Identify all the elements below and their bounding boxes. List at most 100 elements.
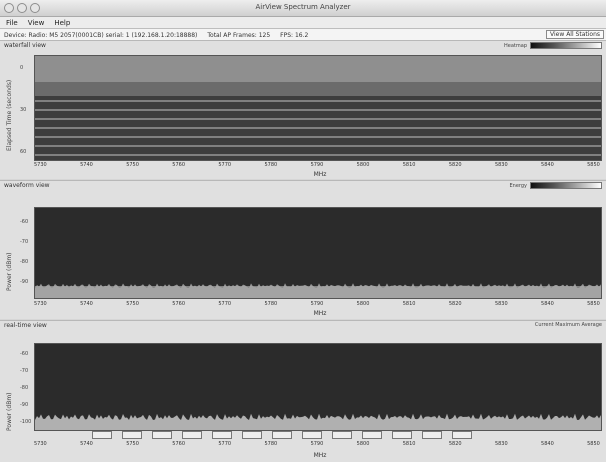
x-tick-label: 5760 [172,162,186,168]
x-tick-label: 5830 [494,301,508,307]
waterfall-plot[interactable] [34,55,602,161]
x-tick-label: 5830 [494,162,508,168]
x-tick-label: 5810 [402,301,416,307]
channel-chip[interactable] [422,431,442,439]
realtime-y-tick: -80 [20,385,29,391]
channel-chip[interactable] [362,431,382,439]
waveform-canvas [35,208,601,298]
waveform-plot[interactable] [34,207,602,299]
x-tick-label: 5780 [264,301,278,307]
x-tick-label: 5780 [264,162,278,168]
channel-chip[interactable] [212,431,232,439]
channel-chip[interactable] [302,431,322,439]
waterfall-band [35,118,601,120]
waveform-y-tick: -80 [20,259,29,265]
waterfall-y-label: Elapsed Time (seconds) [6,79,13,151]
menu-view[interactable]: View [28,19,45,27]
x-tick-label: 5760 [172,301,186,307]
realtime-title: real-time view [4,322,47,329]
x-tick-label: 5810 [402,441,416,447]
view-all-button[interactable]: View All Stations [546,30,604,39]
waterfall-band [35,145,601,147]
realtime-legend: Current Maximum Average [534,322,602,328]
x-tick-label: 5770 [218,162,232,168]
waveform-x-label: MHz [313,310,327,317]
x-tick-label: 5840 [541,301,554,307]
window-title: AirView Spectrum Analyzer [255,3,351,11]
x-tick-label: 5790 [310,162,324,168]
realtime-y-tick: -70 [20,368,29,374]
menu-help[interactable]: Help [54,19,70,27]
x-tick-label: 5740 [80,162,93,168]
channel-chip[interactable] [122,431,142,439]
energy-colorbar [530,182,602,189]
channel-chip[interactable] [392,431,412,439]
waterfall-band [35,100,601,102]
window-titlebar: AirView Spectrum Analyzer [0,0,606,17]
waterfall-y-tick: 0 [20,65,24,71]
waterfall-band [35,127,601,129]
x-tick-label: 5750 [126,301,139,307]
waveform-y-tick: -70 [20,239,29,245]
x-tick-label: 5790 [310,441,324,447]
realtime-y-tick: -90 [20,402,29,408]
x-tick-label: 5850 [587,441,600,447]
channel-chip[interactable] [272,431,292,439]
realtime-y-tick: -60 [20,351,29,357]
channel-chips [92,431,472,439]
waveform-y-label: Power (dBm) [6,252,13,292]
x-tick-label: 5800 [356,441,370,447]
waveform-y-tick: -60 [20,219,29,225]
device-info: Device: Radio: M5 2057(0001CB) serial: 1… [4,31,198,39]
waveform-x-ticks: 5730 5740 5750 5760 5770 5780 5790 5800 5810 5820… [34,301,600,307]
realtime-plot[interactable] [34,343,602,431]
x-tick-label: 5850 [587,301,600,307]
realtime-y-label: Power (dBm) [6,392,13,432]
heatmap-colorbar [530,42,602,49]
x-tick-label: 5800 [356,162,370,168]
x-tick-label: 5770 [218,301,232,307]
waveform-y-tick: -90 [20,279,29,285]
channel-chip[interactable] [452,431,472,439]
channel-chip[interactable] [152,431,172,439]
menu-file[interactable]: File [6,19,18,27]
waterfall-legend: Heatmap [504,42,602,49]
x-tick-label: 5760 [172,441,186,447]
x-tick-label: 5780 [264,441,278,447]
x-tick-label: 5730 [34,301,47,307]
waterfall-band [35,154,601,156]
waveform-legend: Energy [509,182,602,189]
x-tick-label: 5770 [218,441,232,447]
channel-chip[interactable] [242,431,262,439]
realtime-x-ticks: 5730 5740 5750 5760 5770 5780 5790 5800 5810 5820… [34,441,600,447]
realtime-canvas [35,344,601,430]
channel-chip[interactable] [182,431,202,439]
channel-chip[interactable] [92,431,112,439]
x-tick-label: 5730 [34,162,47,168]
realtime-x-label: MHz [313,452,327,459]
x-tick-label: 5830 [494,441,508,447]
waveform-title: waveform view [4,182,50,189]
realtime-header: real-time view Current Maximum Average [0,321,606,330]
menu-bar: File View Help [0,17,606,29]
x-tick-label: 5820 [448,301,462,307]
x-tick-label: 5750 [126,441,139,447]
waterfall-y-tick: 60 [20,149,27,155]
x-tick-label: 5850 [587,162,600,168]
waterfall-title: waterfall view [4,42,46,49]
fps-readout: FPS: 16.2 [280,31,309,39]
realtime-y-tick: -100 [20,419,32,425]
waterfall-x-ticks: 5730 5740 5750 5760 5770 5780 5790 5800 5810 5820… [34,162,600,168]
waterfall-y-tick: 30 [20,107,27,113]
x-tick-label: 5820 [448,441,462,447]
waveform-panel: waveform view Energy Power (dBm) -60 -70… [0,180,606,319]
channel-chip[interactable] [332,431,352,439]
x-tick-label: 5800 [356,301,370,307]
waterfall-band [35,136,601,138]
waveform-header: waveform view Energy [0,181,606,190]
waterfall-band [35,109,601,111]
x-tick-label: 5820 [448,162,462,168]
waterfall-canvas [35,56,601,160]
x-tick-label: 5740 [80,301,93,307]
total-ap-frames: Total AP Frames: 125 [207,31,271,39]
